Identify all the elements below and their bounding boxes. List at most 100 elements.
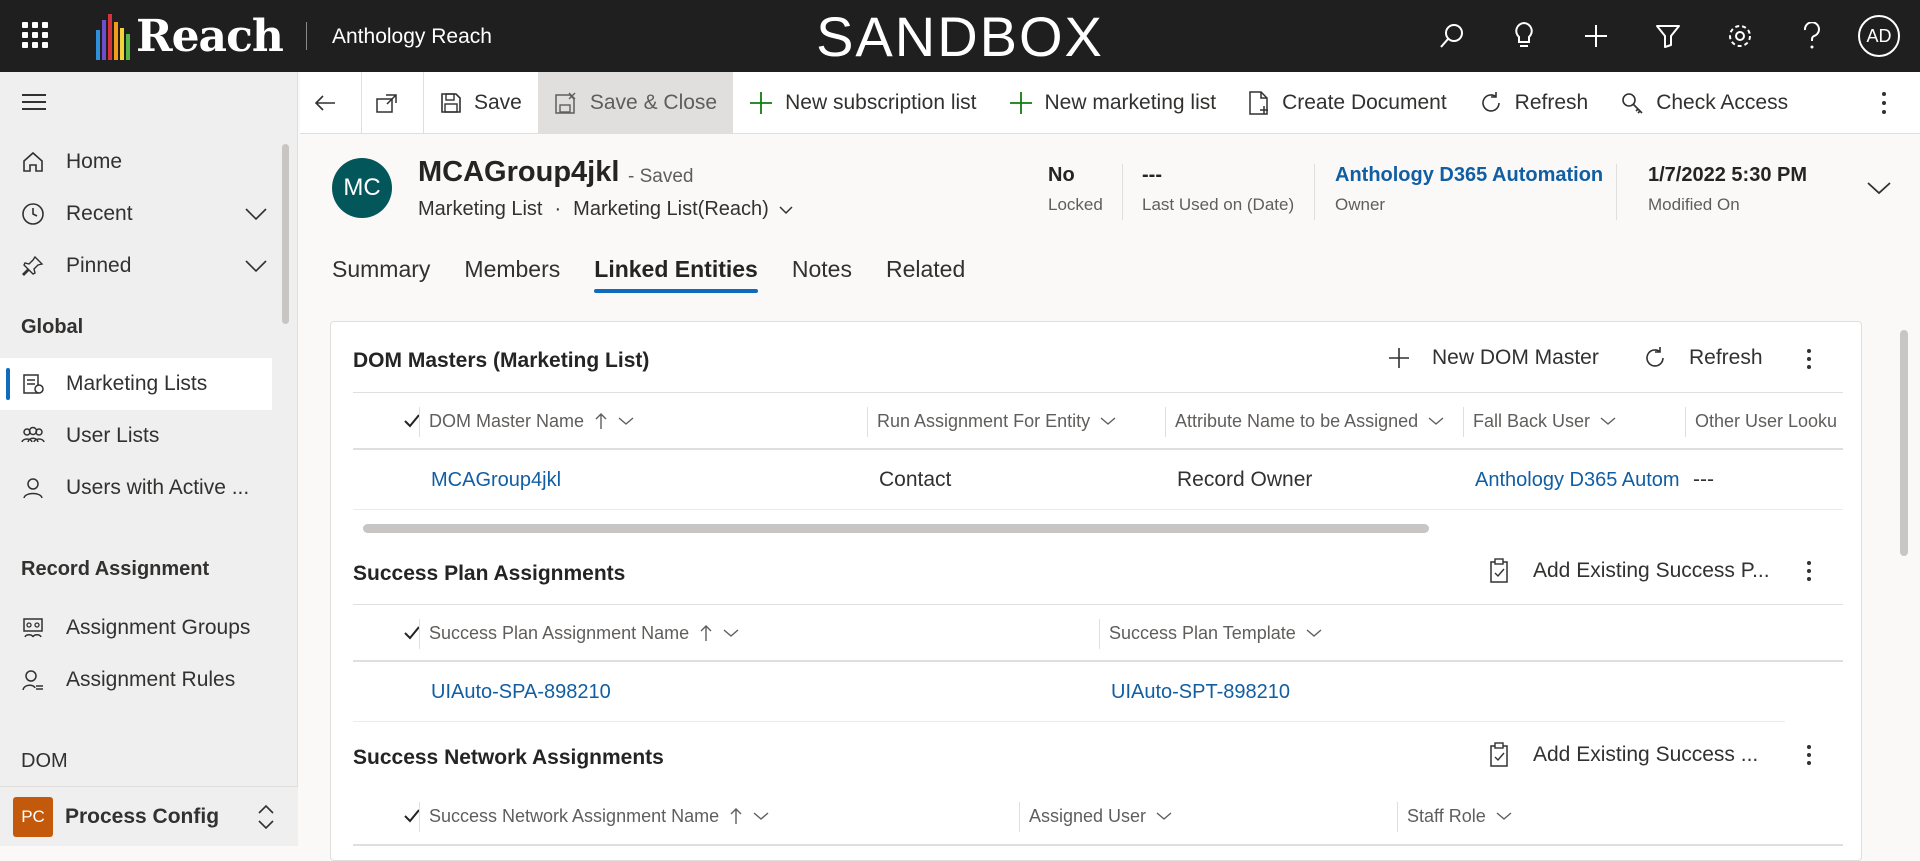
help-icon[interactable] bbox=[1776, 0, 1848, 72]
pin-icon bbox=[0, 254, 66, 278]
sidebar-item-label: User Lists bbox=[66, 424, 160, 447]
success-plan-template-link[interactable]: UIAuto-SPT-898210 bbox=[1111, 662, 1771, 722]
dom-masters-grid-header: DOM Master Name Run Assignment For Entit… bbox=[353, 392, 1843, 450]
more-vertical-icon[interactable] bbox=[1806, 348, 1812, 370]
top-bar: Reach Anthology Reach SANDBOX AD bbox=[0, 0, 1920, 72]
chevron-down-icon bbox=[723, 629, 739, 637]
clipboard-icon bbox=[1490, 742, 1508, 767]
new-marketing-list-button[interactable]: New marketing list bbox=[993, 72, 1233, 134]
sitemap-sidebar: Home Recent Pinned Global Marketing List… bbox=[0, 72, 298, 846]
dom-master-name-link[interactable]: MCAGroup4jkl bbox=[431, 450, 861, 510]
lightbulb-icon[interactable] bbox=[1488, 0, 1560, 72]
sidebar-item-users-with-active[interactable]: Users with Active ... bbox=[0, 462, 272, 514]
sidebar-item-assignment-rules[interactable]: Assignment Rules bbox=[0, 654, 272, 706]
plus-icon bbox=[1389, 348, 1409, 368]
record-subtitle: Marketing List · Marketing List(Reach) bbox=[418, 198, 793, 221]
check-access-label: Check Access bbox=[1656, 90, 1789, 114]
form-tabs: Summary Members Linked Entities Notes Re… bbox=[332, 256, 999, 293]
header-field-owner: Anthology D365 Automation Owner bbox=[1335, 164, 1603, 215]
tab-notes[interactable]: Notes bbox=[792, 256, 852, 293]
tab-linked-entities[interactable]: Linked Entities bbox=[594, 256, 758, 293]
more-vertical-icon[interactable] bbox=[1806, 744, 1812, 766]
header-field-label: Last Used on (Date) bbox=[1142, 195, 1295, 214]
column-header[interactable]: Success Network Assignment Name bbox=[419, 788, 1019, 844]
search-icon[interactable] bbox=[1416, 0, 1488, 72]
users-icon bbox=[0, 424, 66, 448]
column-header[interactable]: Fall Back User bbox=[1463, 393, 1685, 449]
check-access-button[interactable]: Check Access bbox=[1604, 72, 1804, 134]
more-commands-button[interactable] bbox=[1860, 72, 1920, 134]
sidebar-group-record-assignment: Record Assignment bbox=[21, 558, 210, 580]
tab-related[interactable]: Related bbox=[886, 256, 965, 293]
column-header[interactable]: Run Assignment For Entity bbox=[867, 393, 1165, 449]
home-icon bbox=[0, 150, 66, 174]
column-header[interactable]: Assigned User bbox=[1019, 788, 1397, 844]
header-field-value: No bbox=[1048, 164, 1075, 186]
column-header[interactable]: Success Plan Assignment Name bbox=[419, 605, 1099, 661]
gear-icon[interactable] bbox=[1704, 0, 1776, 72]
select-all-checkbox[interactable] bbox=[393, 788, 419, 844]
filter-icon[interactable] bbox=[1632, 0, 1704, 72]
sidebar-group-global: Global bbox=[21, 316, 84, 338]
new-subscription-list-button[interactable]: New subscription list bbox=[733, 72, 992, 134]
expand-header-button[interactable] bbox=[1866, 180, 1892, 201]
save-button[interactable]: Save bbox=[424, 72, 538, 134]
save-close-button[interactable]: Save & Close bbox=[537, 71, 734, 134]
create-document-button[interactable]: Create Document bbox=[1232, 72, 1463, 134]
table-row[interactable]: UIAuto-SPA-898210 UIAuto-SPT-898210 bbox=[353, 662, 1785, 722]
sidebar-item-assignment-groups[interactable]: Assignment Groups bbox=[0, 602, 272, 654]
sidebar-scrollbar[interactable] bbox=[282, 144, 289, 324]
hamburger-menu-icon[interactable] bbox=[22, 94, 46, 115]
column-header[interactable]: DOM Master Name bbox=[419, 393, 867, 449]
person-icon bbox=[0, 476, 66, 500]
sidebar-item-recent[interactable]: Recent bbox=[0, 188, 272, 240]
separator-dot: · bbox=[554, 198, 562, 220]
chevron-down-icon bbox=[618, 417, 634, 425]
column-header[interactable]: Other User Looku bbox=[1685, 393, 1843, 449]
sidebar-item-pinned[interactable]: Pinned bbox=[0, 240, 272, 292]
new-dom-master-button[interactable]: New DOM Master bbox=[1388, 346, 1599, 370]
sidebar-item-marketing-lists[interactable]: Marketing Lists bbox=[0, 358, 272, 410]
chevron-down-icon bbox=[1428, 417, 1444, 425]
owner-link[interactable]: Anthology D365 Automation bbox=[1335, 164, 1603, 187]
sidebar-item-user-lists[interactable]: User Lists bbox=[0, 410, 272, 462]
more-vertical-icon[interactable] bbox=[1806, 560, 1812, 582]
add-existing-success-network-button[interactable]: Add Existing Success ... bbox=[1489, 742, 1758, 768]
entity-name: Marketing List bbox=[418, 198, 543, 220]
sidebar-item-label: Home bbox=[66, 150, 123, 173]
add-existing-success-plan-button[interactable]: Add Existing Success P... bbox=[1489, 558, 1770, 584]
main-vertical-scrollbar[interactable] bbox=[1900, 330, 1908, 556]
success-network-title: Success Network Assignments bbox=[353, 746, 664, 769]
create-document-label: Create Document bbox=[1282, 90, 1447, 114]
sort-ascending-icon bbox=[700, 625, 712, 641]
plus-icon[interactable] bbox=[1560, 0, 1632, 72]
refresh-button[interactable]: Refresh bbox=[1463, 72, 1605, 134]
person-rule-icon bbox=[0, 668, 66, 692]
form-selector[interactable]: Marketing List(Reach) bbox=[573, 198, 793, 221]
sidebar-item-label: Assignment Groups bbox=[66, 616, 251, 639]
column-header[interactable]: Attribute Name to be Assigned bbox=[1165, 393, 1463, 449]
user-avatar[interactable]: AD bbox=[1858, 15, 1900, 57]
chevron-down-icon bbox=[1867, 182, 1891, 195]
save-status: - Saved bbox=[628, 166, 694, 187]
add-existing-success-network-label: Add Existing Success ... bbox=[1533, 743, 1759, 766]
area-switcher[interactable]: PC Process Config bbox=[0, 786, 298, 846]
success-plan-grid-header: Success Plan Assignment Name Success Pla… bbox=[353, 604, 1843, 662]
open-new-window-button[interactable] bbox=[362, 71, 424, 134]
select-all-checkbox[interactable] bbox=[393, 393, 419, 449]
fall-back-user-link[interactable]: Anthology D365 Autom bbox=[1475, 450, 1685, 510]
column-header[interactable]: Success Plan Template bbox=[1099, 605, 1779, 661]
tab-members[interactable]: Members bbox=[464, 256, 560, 293]
tab-summary[interactable]: Summary bbox=[332, 256, 430, 293]
header-divider bbox=[1122, 164, 1123, 220]
table-row[interactable]: MCAGroup4jkl Contact Record Owner Anthol… bbox=[353, 450, 1843, 510]
column-header[interactable]: Staff Role bbox=[1397, 788, 1779, 844]
sidebar-item-home[interactable]: Home bbox=[0, 136, 272, 188]
chevron-down-icon[interactable] bbox=[244, 256, 268, 280]
back-button[interactable] bbox=[300, 71, 362, 134]
chevron-down-icon[interactable] bbox=[244, 204, 268, 228]
success-plan-assignment-link[interactable]: UIAuto-SPA-898210 bbox=[431, 662, 1091, 722]
select-all-checkbox[interactable] bbox=[393, 605, 419, 661]
dom-refresh-button[interactable]: Refresh bbox=[1643, 346, 1763, 370]
horizontal-scrollbar[interactable] bbox=[363, 524, 1429, 533]
